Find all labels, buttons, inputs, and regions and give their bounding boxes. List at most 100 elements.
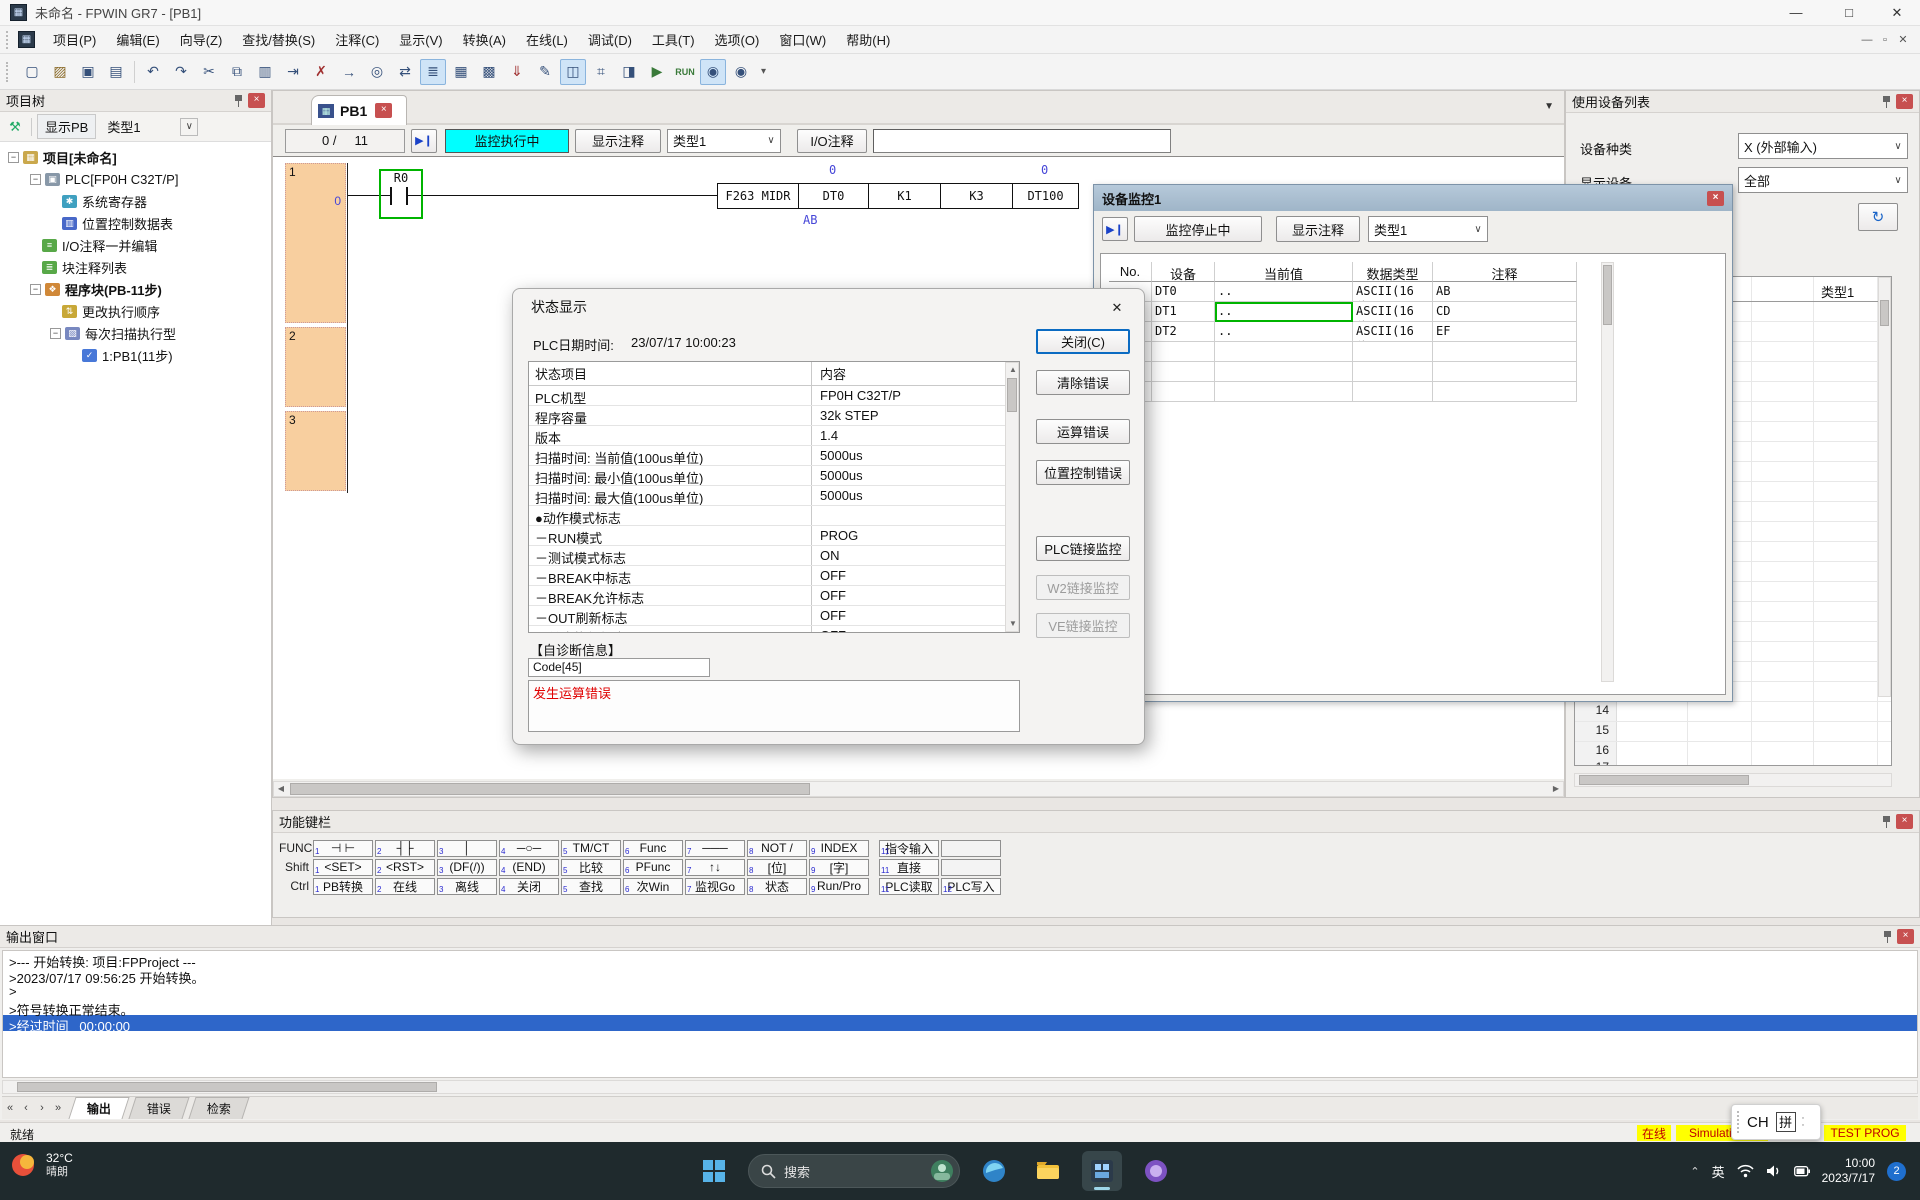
collapse-icon[interactable]: − — [8, 152, 19, 163]
menu-view[interactable]: 显示(V) — [389, 26, 452, 53]
tab-search[interactable]: 检索 — [188, 1097, 249, 1119]
table-row[interactable]: DT2 .. ASCII(16位) EF — [1109, 322, 1597, 342]
menu-window[interactable]: 窗口(W) — [769, 26, 836, 53]
column-header[interactable]: No. — [1109, 262, 1152, 282]
operand-cell[interactable]: K1 — [869, 183, 941, 209]
position-error-button[interactable]: 位置控制错误 — [1036, 460, 1130, 485]
close-dialog-button[interactable]: 关闭(C) — [1036, 329, 1130, 354]
menu-help[interactable]: 帮助(H) — [836, 26, 900, 53]
device-kind-combo[interactable]: X (外部输入)∨ — [1738, 133, 1908, 159]
dialog-close-icon[interactable]: ✕ — [1104, 297, 1130, 319]
fkey[interactable]: 1⊣ ⊢ — [313, 840, 373, 857]
fkey[interactable]: 5查找 — [561, 878, 621, 895]
menu-debug[interactable]: 调试(D) — [578, 26, 642, 53]
tab-pb1[interactable]: ▦ PB1 × — [311, 95, 407, 125]
convert-icon[interactable]: ⇓ — [504, 59, 530, 85]
toolbar-more-icon[interactable]: ▾ — [755, 66, 772, 77]
output-log[interactable]: >--- 开始转换: 项目:FPProject --- >2023/07/17 … — [2, 950, 1918, 1078]
fkey[interactable]: 11PLC读取 — [879, 878, 939, 895]
fkey[interactable]: 1<SET> — [313, 859, 373, 876]
find-next-icon[interactable]: ◉ — [728, 59, 754, 85]
paste-icon[interactable]: ▥ — [252, 59, 278, 85]
fkey[interactable]: 1PB转换 — [313, 878, 373, 895]
cut-icon[interactable]: ✂ — [196, 59, 222, 85]
fkey[interactable]: 7↑↓ — [685, 859, 745, 876]
fkey[interactable]: 4─○─ — [499, 840, 559, 857]
fkey[interactable]: 5TM/CT — [561, 840, 621, 857]
print-icon[interactable]: ▤ — [103, 59, 129, 85]
fkey[interactable]: 8NOT / — [747, 840, 807, 857]
menubar-grip[interactable] — [6, 31, 10, 49]
delete-icon[interactable]: ✗ — [308, 59, 334, 85]
io-comment-button[interactable]: I/O注释 — [797, 129, 867, 153]
fkey[interactable]: 8状态 — [747, 878, 807, 895]
collapse-icon[interactable]: − — [30, 174, 41, 185]
fkey[interactable]: 3│ — [437, 840, 497, 857]
first-tab-icon[interactable]: « — [2, 1102, 18, 1114]
table-row[interactable] — [1109, 362, 1597, 382]
taskbar-edge-icon[interactable] — [974, 1151, 1014, 1191]
instruction-cell[interactable]: F263 MIDR — [717, 183, 799, 209]
fkey[interactable]: 4关闭 — [499, 878, 559, 895]
show-comment-button[interactable]: 显示注释 — [1276, 216, 1360, 242]
pin-icon[interactable] — [1881, 95, 1892, 108]
fkey[interactable]: 11直接 — [879, 859, 939, 876]
weather-widget[interactable]: 32°C 晴朗 — [8, 1150, 73, 1180]
cursor-selection-box[interactable] — [379, 169, 423, 219]
tree-item-plc[interactable]: − ▣ PLC[FP0H C32T/P] — [0, 168, 271, 190]
close-button[interactable]: ✕ — [1874, 0, 1920, 26]
monitor-toggle-icon[interactable]: ▶❙ — [411, 129, 437, 153]
find-icon[interactable]: ◎ — [364, 59, 390, 85]
fkey[interactable]: 6PFunc — [623, 859, 683, 876]
tray-chevron-up-icon[interactable]: ⌃ — [1690, 1165, 1699, 1178]
column-header[interactable]: 当前值 — [1215, 262, 1353, 282]
refresh-icon[interactable]: ↻ — [1858, 203, 1898, 231]
status-table[interactable]: 状态项目 内容 PLC机型FP0H C32T/P 程序容量32k STEP 版本… — [528, 361, 1020, 633]
find-device-icon[interactable]: ◉ — [700, 59, 726, 85]
column-header-type[interactable]: 类型1 — [1821, 282, 1854, 301]
tree-item-block-comment[interactable]: ≣ 块注释列表 — [0, 256, 271, 278]
monitor-toggle-icon[interactable]: ▶❙ — [1102, 217, 1128, 241]
fkey[interactable] — [941, 859, 1001, 876]
ime-keyboard-icon[interactable]: ▫▫ — [1802, 1115, 1804, 1129]
io-comment-edit-icon[interactable]: ▦ — [448, 59, 474, 85]
device-monitor-icon[interactable]: ◨ — [616, 59, 642, 85]
replace-icon[interactable]: ⇄ — [392, 59, 418, 85]
status-icon[interactable]: ⌗ — [588, 59, 614, 85]
new-file-icon[interactable]: ▢ — [19, 59, 45, 85]
fkey[interactable]: 7监视Go — [685, 878, 745, 895]
last-tab-icon[interactable]: » — [50, 1102, 66, 1114]
pin-icon[interactable] — [1882, 930, 1893, 943]
save-icon[interactable]: ▣ — [75, 59, 101, 85]
ime-toolbar[interactable]: CH 拼 ▫▫ — [1731, 1104, 1821, 1140]
comment-type-combo[interactable]: 类型1∨ — [667, 129, 781, 153]
project-tree-close-icon[interactable]: × — [248, 93, 265, 108]
copy-icon[interactable]: ⧉ — [224, 59, 250, 85]
fkey[interactable]: 7─── — [685, 840, 745, 857]
fkey[interactable]: 4(END) — [499, 859, 559, 876]
operand-cell[interactable]: DT100 — [1013, 183, 1079, 209]
tree-item-exec-order[interactable]: ⇅ 更改执行顺序 — [0, 300, 271, 322]
instruction-block[interactable]: F263 MIDR DT0 K1 K3 DT100 — [717, 183, 1079, 209]
fkey[interactable]: 3(DF(/)) — [437, 859, 497, 876]
fkey[interactable]: 9[字] — [809, 859, 869, 876]
device-list-vscrollbar[interactable] — [1878, 277, 1891, 697]
output-close-icon[interactable]: × — [1897, 929, 1914, 944]
fkey[interactable]: 2┤├ — [375, 840, 435, 857]
taskbar-store-icon[interactable] — [1136, 1151, 1176, 1191]
tree-item-pb1[interactable]: ✓ 1:PB1(11步) — [0, 344, 271, 366]
device-monitor-vscrollbar[interactable] — [1601, 262, 1614, 682]
tree-item-io-comment[interactable]: ≡ I/O注释一并编辑 — [0, 234, 271, 256]
tree-item-position-control[interactable]: ▥ 位置控制数据表 — [0, 212, 271, 234]
operation-error-button[interactable]: 运算错误 — [1036, 419, 1130, 444]
menu-comment[interactable]: 注释(C) — [325, 26, 389, 53]
collapse-icon[interactable]: − — [30, 284, 41, 295]
tab-list-dropdown-icon[interactable]: ▼ — [1544, 101, 1554, 112]
taskbar-search[interactable]: 搜索 — [748, 1154, 960, 1188]
table-row[interactable]: DT1 .. ASCII(16位) CD — [1109, 302, 1597, 322]
function-key-close-icon[interactable]: × — [1896, 814, 1913, 829]
device-list-hscrollbar[interactable] — [1574, 773, 1892, 787]
fkey[interactable]: 6次Win — [623, 878, 683, 895]
redo-icon[interactable]: ↷ — [168, 59, 194, 85]
block-comment-icon[interactable]: ▩ — [476, 59, 502, 85]
